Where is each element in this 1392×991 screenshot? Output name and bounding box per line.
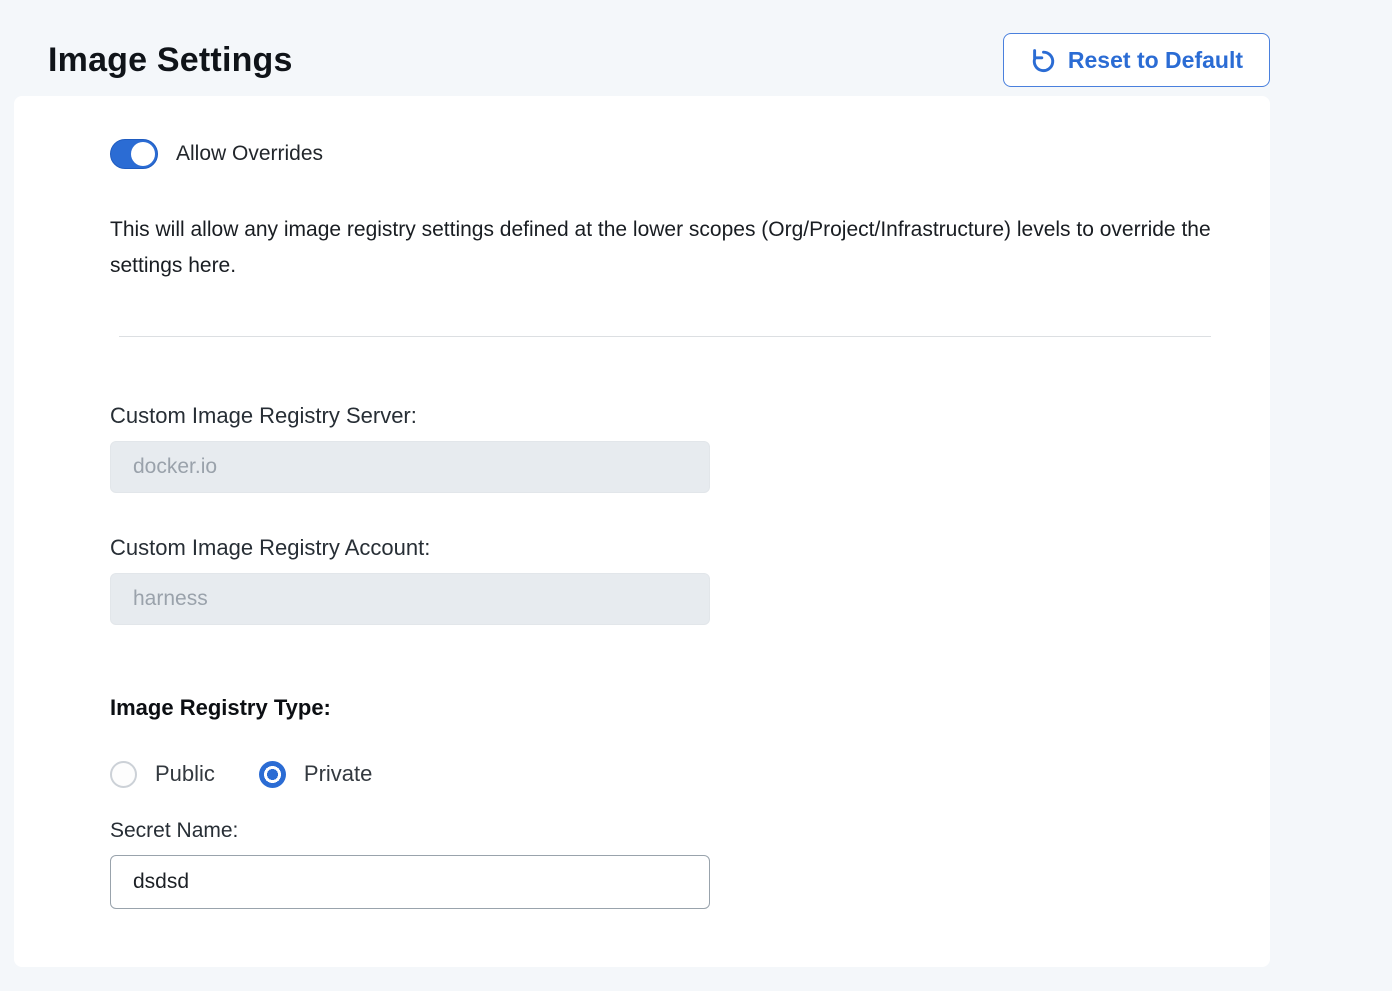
registry-account-input [110,573,710,625]
radio-private-label: Private [304,761,372,787]
reset-icon [1030,47,1057,74]
section-divider [119,336,1211,337]
radio-selected-icon [259,761,286,788]
secret-name-label: Secret Name: [110,819,1220,843]
toggle-knob [131,142,155,166]
radio-public-label: Public [155,761,215,787]
secret-name-input[interactable] [110,855,710,909]
registry-type-radio-group: Public Private [110,759,1220,789]
overrides-description: This will allow any image registry setti… [110,212,1220,284]
allow-overrides-label: Allow Overrides [176,142,323,166]
radio-option-private[interactable]: Private [259,761,372,788]
registry-server-label: Custom Image Registry Server: [110,403,1220,429]
image-settings-card: Allow Overrides This will allow any imag… [14,96,1270,967]
radio-unselected-icon [110,761,137,788]
reset-to-default-button[interactable]: Reset to Default [1003,33,1270,87]
page: Image Settings Reset to Default Allow Ov… [14,0,1270,967]
allow-overrides-toggle[interactable] [110,139,158,169]
reset-button-label: Reset to Default [1068,47,1243,74]
page-header: Image Settings Reset to Default [14,0,1270,90]
allow-overrides-row: Allow Overrides [110,138,1220,170]
page-title: Image Settings [48,41,293,80]
registry-server-input [110,441,710,493]
registry-account-label: Custom Image Registry Account: [110,535,1220,561]
radio-option-public[interactable]: Public [110,761,215,788]
registry-type-label: Image Registry Type: [110,695,1220,721]
